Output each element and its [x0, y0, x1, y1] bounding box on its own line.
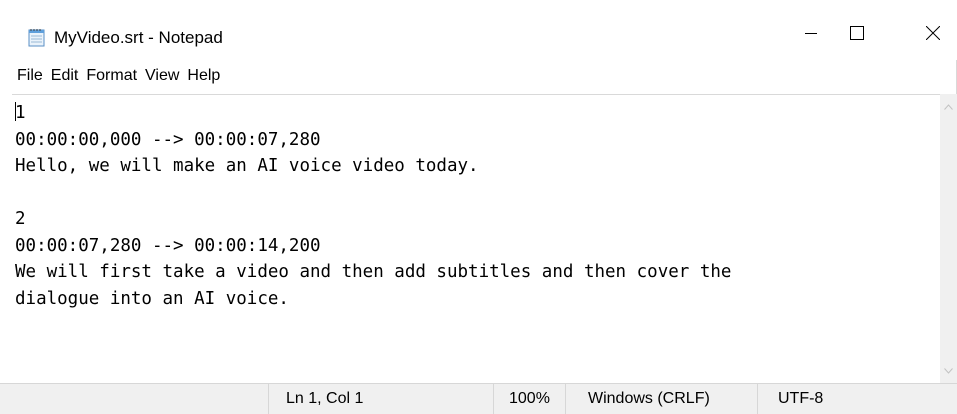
zoom-level: 100%	[493, 384, 565, 414]
menu-bar: File Edit Format View Help	[0, 64, 228, 88]
maximize-button[interactable]	[834, 12, 880, 58]
title-bar[interactable]: MyVideo.srt - Notepad	[0, 0, 957, 60]
close-button[interactable]	[910, 12, 956, 58]
editor-content[interactable]: 1 00:00:00,000 --> 00:00:07,280 Hello, w…	[15, 100, 731, 312]
cursor-position: Ln 1, Col 1	[268, 384, 493, 414]
minimize-icon	[805, 26, 817, 44]
menu-help[interactable]: Help	[187, 65, 220, 87]
close-icon	[925, 25, 941, 45]
line-ending: Windows (CRLF)	[565, 384, 757, 414]
notepad-icon	[28, 28, 46, 47]
menu-file[interactable]: File	[17, 65, 43, 87]
minimize-button[interactable]	[788, 12, 834, 58]
scroll-up-icon[interactable]	[940, 98, 957, 115]
encoding: UTF-8	[757, 384, 957, 414]
menu-format[interactable]: Format	[86, 65, 137, 87]
text-editor[interactable]: 1 00:00:00,000 --> 00:00:07,280 Hello, w…	[12, 94, 940, 384]
text-caret	[15, 102, 16, 121]
menu-edit[interactable]: Edit	[51, 65, 79, 87]
notepad-window: MyVideo.srt - Notepad File Edit Format V…	[0, 0, 957, 414]
window-title: MyVideo.srt - Notepad	[54, 28, 223, 47]
status-bar: Ln 1, Col 1 100% Windows (CRLF) UTF-8	[0, 383, 957, 414]
scroll-down-icon[interactable]	[940, 362, 957, 379]
menu-view[interactable]: View	[145, 65, 179, 87]
maximize-icon	[850, 25, 864, 45]
vertical-scrollbar[interactable]	[940, 94, 957, 383]
